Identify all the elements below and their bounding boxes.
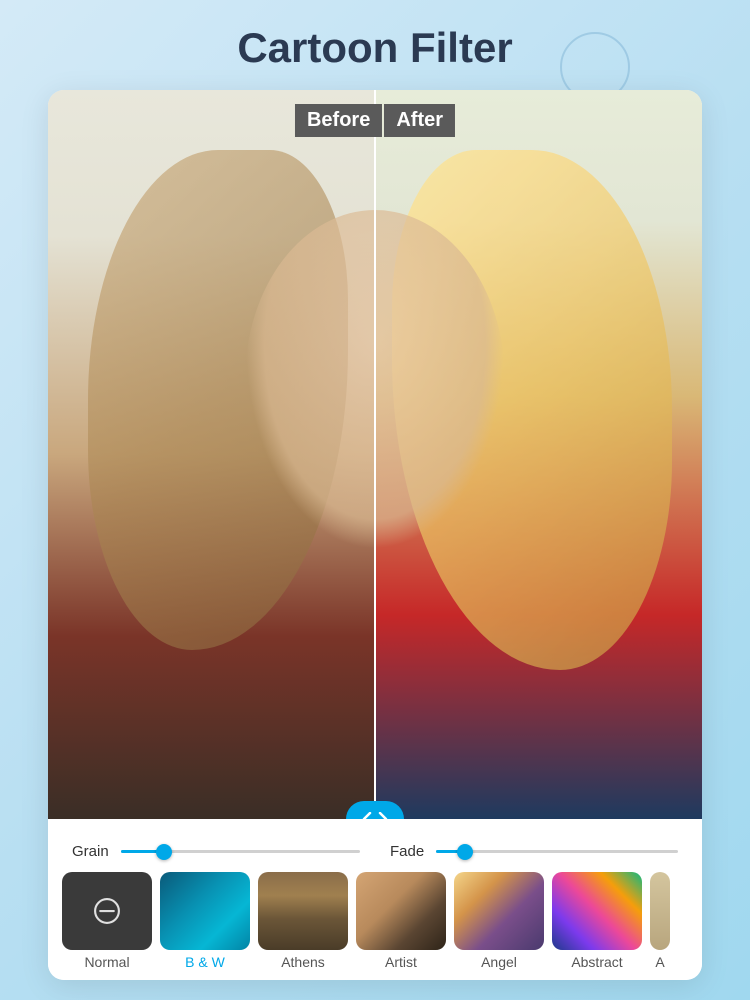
page-title: Cartoon Filter xyxy=(0,0,750,90)
fade-slider-group: Fade xyxy=(390,843,678,860)
chevron-right-icon xyxy=(377,812,389,819)
filter-normal[interactable]: Normal xyxy=(62,872,152,970)
grain-label: Grain xyxy=(72,843,109,860)
filter-thumb-partial xyxy=(650,872,670,950)
filter-artist[interactable]: Artist xyxy=(356,872,446,970)
controls-panel: Grain Fade xyxy=(48,819,702,980)
filter-label: A xyxy=(650,954,670,970)
filter-abstract[interactable]: Abstract xyxy=(552,872,642,970)
filter-label: Angel xyxy=(454,954,544,970)
comparison-labels: Before After xyxy=(295,104,455,137)
fade-label: Fade xyxy=(390,843,424,860)
chevron-left-icon xyxy=(361,812,373,819)
after-label: After xyxy=(384,104,455,137)
filter-thumb-normal xyxy=(62,872,152,950)
filter-label: Athens xyxy=(258,954,348,970)
filter-thumb-abstract xyxy=(552,872,642,950)
sliders-row: Grain Fade xyxy=(62,843,688,872)
grain-slider-group: Grain xyxy=(72,843,360,860)
filter-thumb-bw xyxy=(160,872,250,950)
filter-label: Normal xyxy=(62,954,152,970)
filter-label: Artist xyxy=(356,954,446,970)
minus-circle-icon xyxy=(90,894,124,928)
filter-strip[interactable]: Normal B & W Athens Artist Angel Abstrac xyxy=(62,872,688,970)
comparison-divider xyxy=(374,90,376,819)
fade-thumb[interactable] xyxy=(457,844,473,860)
filter-angel[interactable]: Angel xyxy=(454,872,544,970)
filter-thumb-angel xyxy=(454,872,544,950)
filter-bw[interactable]: B & W xyxy=(160,872,250,970)
grain-thumb[interactable] xyxy=(156,844,172,860)
grain-slider[interactable] xyxy=(121,850,360,853)
filter-thumb-athens xyxy=(258,872,348,950)
comparison-scrubber[interactable] xyxy=(346,801,404,819)
filter-athens[interactable]: Athens xyxy=(258,872,348,970)
app-frame: Before After Grain Fade xyxy=(48,90,702,980)
image-preview: Before After xyxy=(48,90,702,819)
filter-label: B & W xyxy=(160,954,250,970)
filter-label: Abstract xyxy=(552,954,642,970)
fade-slider[interactable] xyxy=(436,850,678,853)
filter-next-partial[interactable]: A xyxy=(650,872,670,970)
filter-thumb-artist xyxy=(356,872,446,950)
before-label: Before xyxy=(295,104,382,137)
